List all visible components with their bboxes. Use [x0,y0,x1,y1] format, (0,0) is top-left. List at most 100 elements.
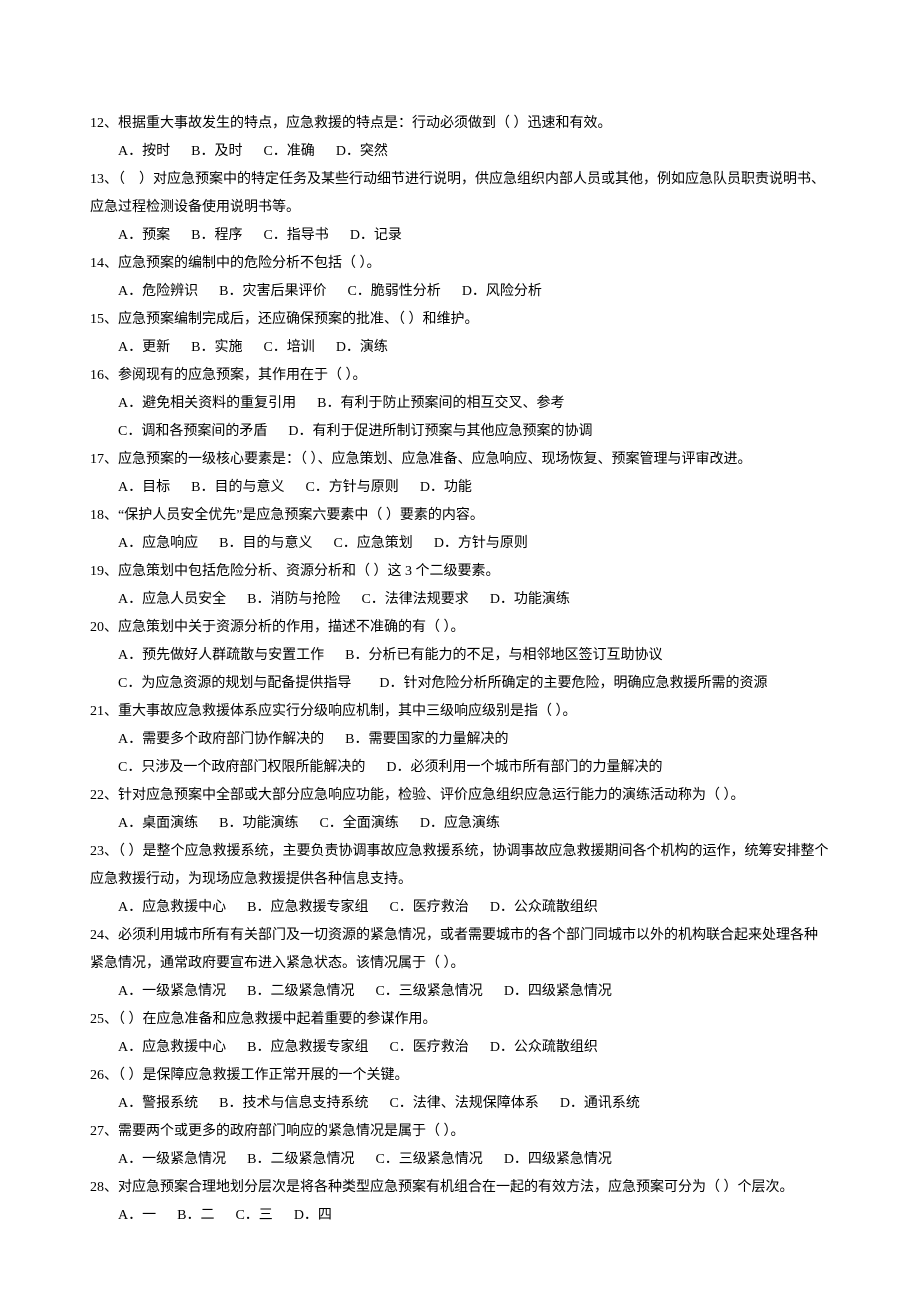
question-stem: 23、（ ）是整个应急救援系统，主要负责协调事故应急救援系统，协调事故应急救援期… [90,838,830,894]
option: D．公众疏散组织 [490,900,598,915]
option: C．只涉及一个政府部门权限所能解决的 [118,760,365,775]
option: D．通讯系统 [560,1096,640,1111]
option: C．全面演练 [319,816,398,831]
option: D．必须利用一个城市所有部门的力量解决的 [386,760,662,775]
question-22: 22、针对应急预案中全部或大部分应急响应功能，检验、评价应急组织应急运行能力的演… [90,782,830,838]
question-14: 14、应急预案的编制中的危险分析不包括（ ）。A．危险辨识B．灾害后果评价C．脆… [90,250,830,306]
option: B．目的与意义 [191,480,284,495]
option: C．三级紧急情况 [375,984,482,999]
question-stem: 14、应急预案的编制中的危险分析不包括（ ）。 [90,250,830,278]
option: B．二 [177,1208,214,1223]
option: D．功能演练 [490,592,570,607]
question-stem: 17、应急预案的一级核心要素是：（ ）、应急策划、应急准备、应急响应、现场恢复、… [90,446,830,474]
option: D．有利于促进所制订预案与其他应急预案的协调 [288,424,592,439]
option: C．准确 [263,144,314,159]
question-27: 27、需要两个或更多的政府部门响应的紧急情况是属于（ ）。A．一级紧急情况B．二… [90,1118,830,1174]
option: C．医疗救治 [389,900,468,915]
option: B．目的与意义 [219,536,312,551]
question-stem: 27、需要两个或更多的政府部门响应的紧急情况是属于（ ）。 [90,1118,830,1146]
question-25: 25、（ ）在应急准备和应急救援中起着重要的参谋作用。 A．应急救援中心 B．应急救… [90,1006,830,1062]
question-stem: 13、（ ）对应急预案中的特定任务及某些行动细节进行说明，供应急组织内部人员或其… [90,166,830,222]
question-stem: 18、“保护人员安全优先”是应急预案六要素中（ ）要素的内容。 [90,502,830,530]
option: D．四级紧急情况 [504,1152,612,1167]
option-line: C．只涉及一个政府部门权限所能解决的 D．必须利用一个城市所有部门的力量解决的 [90,754,830,782]
question-13: 13、（ ）对应急预案中的特定任务及某些行动细节进行说明，供应急组织内部人员或其… [90,166,830,250]
option-line: A．预案B．程序C．指导书D．记录 [90,222,830,250]
question-23: 23、（ ）是整个应急救援系统，主要负责协调事故应急救援系统，协调事故应急救援期… [90,838,830,922]
option: C．调和各预案间的矛盾 [118,424,267,439]
question-stem: 16、参阅现有的应急预案，其作用在于（ ）。 [90,362,830,390]
option: D．方针与原则 [434,536,528,551]
question-17: 17、应急预案的一级核心要素是：（ ）、应急策划、应急准备、应急响应、现场恢复、… [90,446,830,502]
option-line: A．桌面演练B．功能演练C．全面演练D．应急演练 [90,810,830,838]
option-line: A．避免相关资料的重复引用 B．有利于防止预案间的相互交叉、参考 [90,390,830,418]
question-24: 24、必须利用城市所有有关部门及一切资源的紧急情况，或者需要城市的各个部门同城市… [90,922,830,1006]
option: A．应急救援中心 [118,900,226,915]
option: D．应急演练 [420,816,500,831]
question-26: 26、（ ）是保障应急救援工作正常开展的一个关键。 A．警报系统 B．技术与信息支持… [90,1062,830,1118]
option: B．二级紧急情况 [247,984,354,999]
option: D．四 [294,1208,332,1223]
option: A．需要多个政府部门协作解决的 [118,732,324,747]
question-21: 21、重大事故应急救援体系应实行分级响应机制，其中三级响应级别是指（ ）。 A．需… [90,698,830,782]
option: C．应急策划 [333,536,412,551]
option: C．脆弱性分析 [347,284,440,299]
option: A．警报系统 [118,1096,198,1111]
question-stem: 21、重大事故应急救援体系应实行分级响应机制，其中三级响应级别是指（ ）。 [90,698,830,726]
question-stem: 19、应急策划中包括危险分析、资源分析和（ ）这 3 个二级要素。 [90,558,830,586]
option: A．应急人员安全 [118,592,226,607]
option-line: A．应急响应B．目的与意义C．应急策划D．方针与原则 [90,530,830,558]
question-stem: 22、针对应急预案中全部或大部分应急响应功能，检验、评价应急组织应急运行能力的演… [90,782,830,810]
option-line: A．危险辨识B．灾害后果评价C．脆弱性分析D．风险分析 [90,278,830,306]
question-18: 18、“保护人员安全优先”是应急预案六要素中（ ）要素的内容。A．应急响应B．目… [90,502,830,558]
question-stem: 25、（ ）在应急准备和应急救援中起着重要的参谋作用。 [90,1006,830,1034]
question-stem: 26、（ ）是保障应急救援工作正常开展的一个关键。 [90,1062,830,1090]
option: B．有利于防止预案间的相互交叉、参考 [317,396,564,411]
option: A．避免相关资料的重复引用 [118,396,296,411]
option: A．预案 [118,228,170,243]
option: B．需要国家的力量解决的 [345,732,508,747]
option: C．方针与原则 [305,480,398,495]
option: B．应急救援专家组 [247,1040,368,1055]
option: A．应急救援中心 [118,1040,226,1055]
option: C．培训 [263,340,314,355]
question-stem: 28、对应急预案合理地划分层次是将各种类型应急预案有机组合在一起的有效方法，应急… [90,1174,830,1202]
option-line: A．一级紧急情况B．二级紧急情况C．三级紧急情况D．四级紧急情况 [90,1146,830,1174]
question-stem: 12、根据重大事故发生的特点，应急救援的特点是：行动必须做到（ ）迅速和有效。 [90,110,830,138]
option: A．一级紧急情况 [118,1152,226,1167]
option-line: A．一 B．二 C．三 D．四 [90,1202,830,1230]
option: B．消防与抢险 [247,592,340,607]
option: B．技术与信息支持系统 [219,1096,368,1111]
option: C．医疗救治 [389,1040,468,1055]
option: D．突然 [336,144,388,159]
option: C．三级紧急情况 [375,1152,482,1167]
option-line: A．目标B．目的与意义C．方针与原则D．功能 [90,474,830,502]
question-12: 12、根据重大事故发生的特点，应急救援的特点是：行动必须做到（ ）迅速和有效。 A… [90,110,830,166]
option: D．风险分析 [462,284,542,299]
option: D．功能 [420,480,472,495]
option: B．应急救援专家组 [247,900,368,915]
option: C．三 [235,1208,272,1223]
question-28: 28、对应急预案合理地划分层次是将各种类型应急预案有机组合在一起的有效方法，应急… [90,1174,830,1230]
option-line: A．警报系统 B．技术与信息支持系统 C．法律、法规保障体系 D．通讯系统 [90,1090,830,1118]
option: C．法律、法规保障体系 [389,1096,538,1111]
question-stem: 15、应急预案编制完成后，还应确保预案的批准、（ ）和维护。 [90,306,830,334]
option: B．灾害后果评价 [219,284,326,299]
option: A．一 [118,1208,156,1223]
option: B．功能演练 [219,816,298,831]
option: D．四级紧急情况 [504,984,612,999]
option: B．实施 [191,340,242,355]
option-line: A．应急救援中心 B．应急救援专家组 C．医疗救治 D．公众疏散组织 [90,894,830,922]
option-line: A．一级紧急情况B．二级紧急情况C．三级紧急情况D．四级紧急情况 [90,978,830,1006]
question-16: 16、参阅现有的应急预案，其作用在于（ ）。 A．避免相关资料的重复引用 B．有利于… [90,362,830,446]
option: D．公众疏散组织 [490,1040,598,1055]
option: C．指导书 [263,228,328,243]
option-line-wrapped: C．为应急资源的规划与配备提供指导 D．针对危险分析所确定的主要危险，明确应急救… [90,670,830,698]
option: A．按时 [118,144,170,159]
option-line: A．预先做好人群疏散与安置工作B．分析已有能力的不足，与相邻地区签订互助协议 [90,642,830,670]
question-19: 19、应急策划中包括危险分析、资源分析和（ ）这 3 个二级要素。 A．应急人员安… [90,558,830,614]
option: D．演练 [336,340,388,355]
option-line: C．调和各预案间的矛盾 D．有利于促进所制订预案与其他应急预案的协调 [90,418,830,446]
option: D．记录 [350,228,402,243]
question-15: 15、应急预案编制完成后，还应确保预案的批准、（ ）和维护。A．更新B．实施C．… [90,306,830,362]
